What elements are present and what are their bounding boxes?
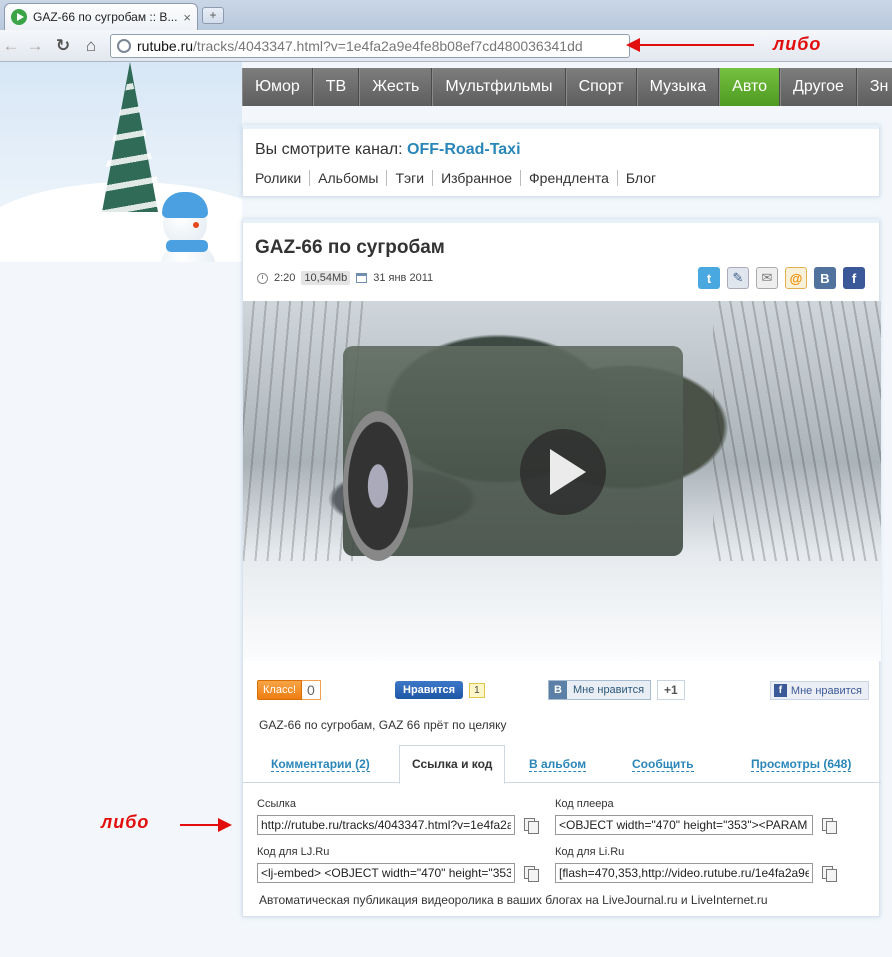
browser-toolbar: ← → ↻ ⌂ rutube.ru/tracks/4043347.html?v=… — [0, 30, 892, 62]
copy-player-code-icon[interactable] — [821, 817, 837, 834]
share-icons: t ✎ ✉ @ B f — [698, 267, 865, 289]
category-item[interactable]: ТВ — [312, 68, 360, 106]
category-item[interactable]: Мультфильмы — [432, 68, 566, 106]
video-description: GAZ-66 по сугробам, GAZ 66 прёт по целяк… — [259, 718, 507, 732]
annotation-label-left: либо — [101, 812, 150, 832]
address-bar[interactable]: rutube.ru/tracks/4043347.html?v=1e4fa2a9… — [110, 34, 630, 58]
category-nav: Юмор ТВ Жесть Мультфильмы Спорт Музыка Авто Дру… — [242, 68, 892, 106]
annotation-arrow-right-icon — [180, 818, 232, 832]
category-item[interactable]: Юмор — [242, 68, 313, 106]
winter-decoration — [0, 62, 242, 262]
vk-like-label: Мне нравится — [572, 684, 645, 696]
player-spare-wheel — [343, 411, 413, 561]
vk-like-button[interactable]: В Мне нравится — [548, 680, 652, 700]
player-code-label: Код плеера — [555, 798, 614, 810]
player-code-field[interactable] — [555, 815, 813, 835]
channel-tab[interactable]: Альбомы — [309, 170, 386, 186]
snowman-nose — [193, 222, 199, 228]
channel-tab[interactable]: Ролики — [255, 170, 309, 186]
play-icon[interactable] — [520, 429, 606, 515]
twitter-icon[interactable]: t — [698, 267, 720, 289]
video-player[interactable] — [243, 301, 881, 661]
annotation-arrow-left-icon — [626, 38, 754, 52]
mailru-like[interactable]: Нравится 1 — [395, 681, 485, 699]
player-snow — [243, 561, 881, 661]
category-item[interactable]: Жесть — [359, 68, 433, 106]
vkontakte-icon[interactable]: B — [814, 267, 836, 289]
mailru-icon[interactable]: @ — [785, 267, 807, 289]
facebook-like-label: Мне нравится — [790, 684, 862, 697]
link-field[interactable] — [257, 815, 515, 835]
rutube-favicon-icon — [11, 9, 27, 25]
livejournal-icon[interactable]: ✎ — [727, 267, 749, 289]
url-host: rutube.ru — [137, 38, 194, 54]
klass-count: 0 — [302, 680, 321, 700]
copy-link-icon[interactable] — [523, 817, 539, 834]
lj-code-field[interactable] — [257, 863, 515, 883]
vk-logo-icon: В — [549, 681, 567, 699]
channel-panel: Вы смотрите канал: OFF-Road-Taxi Ролики А… — [242, 125, 880, 197]
browser-tab[interactable]: GAZ-66 по сугробам :: В... × — [4, 3, 198, 30]
channel-name-link[interactable]: OFF-Road-Taxi — [407, 141, 520, 158]
link-label: Ссылка — [257, 798, 296, 810]
annotation-label-top: либо — [773, 34, 822, 54]
video-duration: 2:20 — [274, 272, 296, 284]
tab-title: GAZ-66 по сугробам :: В... — [33, 10, 178, 24]
category-item[interactable]: Спорт — [565, 68, 637, 106]
video-size: 10,54Mb — [301, 271, 351, 285]
klass-button[interactable]: Класс! — [257, 680, 302, 700]
video-title: GAZ-66 по сугробам — [255, 237, 445, 258]
tab-to-album[interactable]: В альбом — [529, 757, 587, 772]
facebook-like-button[interactable]: f Мне нравится — [769, 681, 869, 700]
channel-prefix: Вы смотрите канал: — [255, 141, 403, 158]
video-tabs: Комментарии (2) Ссылка и код В альбом Со… — [243, 745, 881, 784]
category-item[interactable]: Зн — [856, 68, 892, 106]
li-code-field[interactable] — [555, 863, 813, 883]
li-code-label: Код для Li.Ru — [555, 846, 625, 858]
channel-tab[interactable]: Тэги — [386, 170, 432, 186]
back-arrow-icon[interactable]: ← — [0, 35, 22, 57]
clock-icon — [257, 272, 268, 284]
channel-tab[interactable]: Избранное — [432, 170, 520, 186]
mail-icon[interactable]: ✉ — [756, 267, 778, 289]
lj-code-label: Код для LJ.Ru — [257, 846, 330, 858]
new-tab-button[interactable]: + — [202, 7, 224, 24]
tab-comments[interactable]: Комментарии (2) — [271, 757, 370, 772]
home-icon[interactable]: ⌂ — [80, 35, 102, 57]
globe-icon — [117, 39, 131, 53]
facebook-logo-icon: f — [773, 684, 787, 697]
forward-arrow-icon[interactable]: → — [24, 35, 46, 57]
video-panel: GAZ-66 по сугробам 2:20 10,54Mb 31 янв 2… — [242, 219, 881, 917]
category-item[interactable]: Музыка — [636, 68, 720, 106]
video-date: 31 янв 2011 — [373, 272, 434, 284]
tab-views[interactable]: Просмотры (648) — [751, 757, 852, 772]
category-item[interactable]: Авто — [719, 68, 781, 106]
tab-report[interactable]: Сообщить — [632, 757, 694, 772]
category-item[interactable]: Другое — [780, 68, 857, 106]
channel-tab[interactable]: Блог — [616, 170, 664, 186]
copy-lj-code-icon[interactable] — [523, 865, 539, 882]
copy-li-code-icon[interactable] — [821, 865, 837, 882]
vk-like-count: +1 — [657, 680, 685, 700]
mailru-like-count: 1 — [469, 682, 485, 698]
odnoklassniki-like[interactable]: Класс! 0 — [257, 680, 321, 700]
channel-heading: Вы смотрите канал: OFF-Road-Taxi — [255, 141, 521, 159]
social-like-row: Класс! 0 Нравится 1 В Мне нравится +1 f … — [257, 678, 869, 704]
vk-like[interactable]: В Мне нравится +1 — [548, 680, 685, 700]
channel-tab[interactable]: Френдлента — [520, 170, 617, 186]
browser-tabstrip: GAZ-66 по сугробам :: В... × + — [0, 0, 892, 30]
snowman-scarf — [166, 240, 208, 252]
tab-link-code[interactable]: Ссылка и код — [399, 745, 506, 784]
mailru-like-button[interactable]: Нравится — [395, 681, 464, 699]
calendar-icon — [356, 273, 368, 283]
reload-icon[interactable]: ↻ — [52, 35, 74, 57]
url-path: /tracks/4043347.html?v=1e4fa2a9e4fe8b08e… — [193, 38, 583, 54]
facebook-icon[interactable]: f — [843, 267, 865, 289]
autopublish-note: Автоматическая публикация видеоролика в … — [259, 893, 768, 907]
tab-close-icon[interactable]: × — [183, 10, 191, 25]
channel-tabs: Ролики Альбомы Тэги Избранное Френдлента Блог — [255, 170, 664, 186]
video-meta: 2:20 10,54Mb 31 янв 2011 — [257, 271, 433, 285]
